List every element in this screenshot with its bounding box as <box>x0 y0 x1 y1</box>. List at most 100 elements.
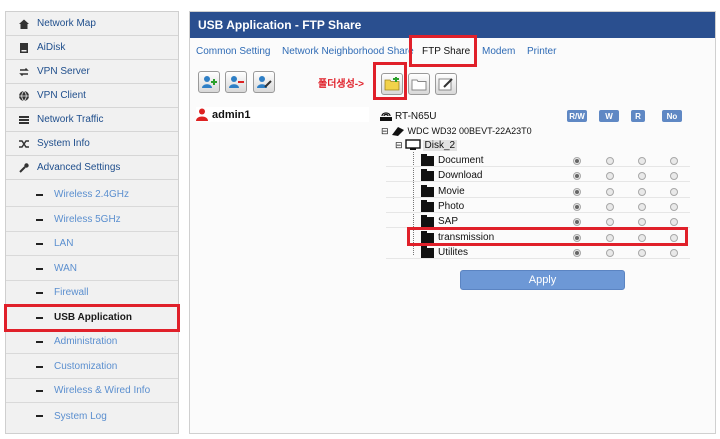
permission-radio-no[interactable] <box>670 218 678 226</box>
sidebar-item-administration[interactable]: Administration <box>6 330 178 354</box>
usb-drive-icon <box>391 127 404 136</box>
tab-common-setting[interactable]: Common Setting <box>196 46 270 57</box>
sidebar-item-network-map[interactable]: Network Map <box>6 12 178 36</box>
permission-radio-r[interactable] <box>638 218 646 226</box>
permission-radio-r[interactable] <box>638 157 646 165</box>
sidebar-item-label: Firewall <box>54 287 89 298</box>
sidebar-item-wan[interactable]: WAN <box>6 257 178 281</box>
sidebar-item-label: VPN Client <box>37 90 86 101</box>
router-admin-page: Network Map AiDisk VPN Server VPN Client… <box>0 0 720 439</box>
disk-partition-icon <box>404 139 421 150</box>
row-divider <box>386 258 690 259</box>
permission-radio-r[interactable] <box>638 203 646 211</box>
dash-icon <box>36 193 43 196</box>
dash-icon <box>36 365 43 368</box>
edit-user-icon <box>257 76 272 88</box>
sidebar-item-system-info[interactable]: System Info <box>6 132 178 156</box>
sidebar-item-network-traffic[interactable]: Network Traffic <box>6 108 178 132</box>
sidebar-item-wireless-2-4ghz[interactable]: Wireless 2.4GHz <box>6 183 178 207</box>
sidebar-item-lan[interactable]: LAN <box>6 232 178 256</box>
tab-printer[interactable]: Printer <box>527 46 556 57</box>
sidebar-item-label: System Info <box>37 138 90 149</box>
permission-radio-rw[interactable] <box>573 203 581 211</box>
folder-icon <box>421 168 434 181</box>
sidebar-item-wireless-wired-info[interactable]: Wireless & Wired Info <box>6 379 178 403</box>
permission-radio-r[interactable] <box>638 249 646 257</box>
permission-radio-rw[interactable] <box>573 249 581 257</box>
permission-radio-rw[interactable] <box>573 172 581 180</box>
collapse-icon[interactable]: ⊟ <box>395 140 403 151</box>
permission-radio-w[interactable] <box>606 172 614 180</box>
sidebar-item-vpn-client[interactable]: VPN Client <box>6 84 178 108</box>
add-user-button[interactable] <box>198 71 220 93</box>
delete-folder-button[interactable] <box>408 73 430 95</box>
permission-radio-w[interactable] <box>606 218 614 226</box>
tab-network-neighborhood-share[interactable]: Network Neighborhood Share <box>282 46 414 57</box>
delete-user-button[interactable] <box>225 71 247 93</box>
system-info-icon <box>18 138 30 150</box>
permission-radio-no[interactable] <box>670 249 678 257</box>
sidebar-item-customization[interactable]: Customization <box>6 355 178 379</box>
permission-radio-w[interactable] <box>606 188 614 196</box>
sidebar-item-aidisk[interactable]: AiDisk <box>6 36 178 60</box>
folder-name: SAP <box>438 216 459 227</box>
permission-radio-no[interactable] <box>670 157 678 165</box>
folder-icon <box>421 184 434 197</box>
permission-radio-rw[interactable] <box>573 218 581 226</box>
tree-drive[interactable]: ⊟ WDC WD32 00BEVT-22A23T0 <box>381 125 532 137</box>
add-user-icon <box>202 76 217 88</box>
sidebar-item-label: LAN <box>54 238 74 249</box>
sidebar-item-label: Wireless & Wired Info <box>54 385 151 396</box>
folder-utilites[interactable]: Utilites <box>421 245 468 258</box>
permission-radio-no[interactable] <box>670 203 678 211</box>
perm-header-w: W <box>599 110 619 122</box>
folder-movie[interactable]: Movie <box>421 184 465 197</box>
row-divider <box>386 166 690 167</box>
disk-name: Disk_2 <box>422 139 458 151</box>
permission-radio-no[interactable] <box>670 172 678 180</box>
sidebar-item-firewall[interactable]: Firewall <box>6 281 178 305</box>
rename-folder-button[interactable] <box>435 73 457 95</box>
drive-name: WDC WD32 00BEVT-22A23T0 <box>407 126 532 136</box>
dash-icon <box>36 291 43 294</box>
edit-user-button[interactable] <box>253 71 275 93</box>
highlight-usb-application <box>4 304 180 332</box>
tree-disk[interactable]: ⊟ Disk_2 <box>395 139 458 151</box>
folder-download[interactable]: Download <box>421 168 482 181</box>
folder-icon <box>421 214 434 227</box>
perm-header-no: No <box>662 110 682 122</box>
highlight-ftp-share-tab <box>409 35 477 67</box>
sidebar-item-wireless-5ghz[interactable]: Wireless 5GHz <box>6 208 178 232</box>
sidebar-item-advanced-settings[interactable]: Advanced Settings <box>6 156 178 180</box>
sidebar-item-vpn-server[interactable]: VPN Server <box>6 60 178 84</box>
dash-icon <box>36 415 43 417</box>
permission-radio-rw[interactable] <box>573 188 581 196</box>
collapse-icon[interactable]: ⊟ <box>381 126 389 137</box>
router-name: RT-N65U <box>395 111 437 122</box>
permission-radio-w[interactable] <box>606 203 614 211</box>
user-icon <box>196 108 208 121</box>
permission-radio-no[interactable] <box>670 188 678 196</box>
user-list-item[interactable]: admin1 <box>196 107 369 122</box>
tab-modem[interactable]: Modem <box>482 46 515 57</box>
folder-sap[interactable]: SAP <box>421 214 459 227</box>
sidebar-item-system-log[interactable]: System Log <box>6 404 178 428</box>
row-divider <box>386 181 690 182</box>
sidebar-item-label: Customization <box>54 361 118 372</box>
permission-radio-w[interactable] <box>606 157 614 165</box>
folder-document[interactable]: Document <box>421 153 484 166</box>
sidebar-item-label: Advanced Settings <box>37 162 121 173</box>
traffic-icon <box>18 114 30 126</box>
permission-radio-r[interactable] <box>638 172 646 180</box>
highlight-transmission-row <box>407 227 688 246</box>
wrench-icon <box>18 162 30 174</box>
apply-button[interactable]: Apply <box>460 270 625 290</box>
sidebar-item-label: Wireless 5GHz <box>54 214 121 225</box>
sidebar-item-label: Administration <box>54 336 118 347</box>
folder-photo[interactable]: Photo <box>421 199 464 212</box>
sidebar-item-label: Network Traffic <box>37 114 104 125</box>
permission-radio-w[interactable] <box>606 249 614 257</box>
sidebar-item-label: System Log <box>54 410 107 422</box>
permission-radio-r[interactable] <box>638 188 646 196</box>
permission-radio-rw[interactable] <box>573 157 581 165</box>
